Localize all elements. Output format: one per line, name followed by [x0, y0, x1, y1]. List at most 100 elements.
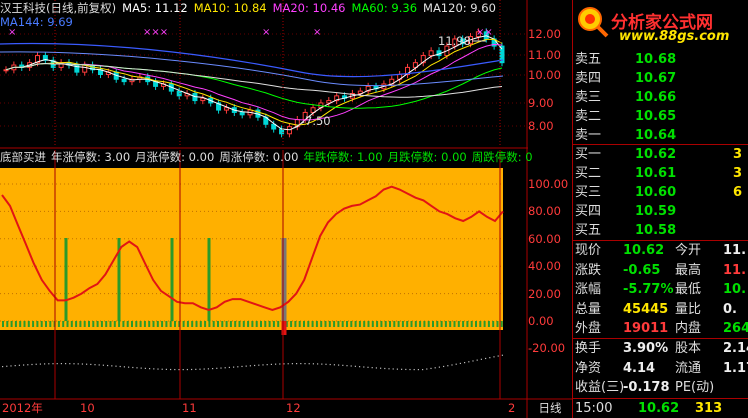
tick-time: 15:00 [575, 401, 613, 416]
indicator-tick-label: 20.00 [528, 287, 561, 301]
indicator-legend-item: 周涨停数: 0.00 [219, 150, 299, 164]
ma-legend-item: MA10: 10.84 [193, 1, 267, 15]
indicator-legend-item: 年跌停数: 1.00 [303, 150, 383, 164]
asks-price: 10.65 [635, 109, 677, 124]
ma144-label: MA144: 9.69 [0, 15, 73, 29]
quote-label: 总量 [575, 301, 602, 317]
svg-text:×: × [313, 27, 321, 38]
lower-dots [2, 354, 503, 371]
quote-label: 外盘 [575, 321, 602, 336]
site-logo: 分析家公式网 www.88gs.com [575, 2, 747, 50]
quote-label: 涨幅 [575, 282, 602, 297]
tick-volume: 313 [695, 401, 723, 416]
high-mark: 11.98 [438, 34, 471, 48]
fund-value: -0.178 [623, 380, 670, 395]
date-tick-label: 12 [286, 401, 301, 415]
bids-label: 买三 [575, 185, 602, 200]
ma-legend: 汉王科技(日线,前复权) MA5: 11.12 MA10: 10.84 MA20: 1… [0, 1, 508, 15]
price-tick-label: 12.00 [528, 27, 561, 41]
quote-value: 45445 [623, 301, 669, 317]
asks-price: 10.64 [635, 128, 677, 143]
quote-label: 现价 [575, 243, 602, 258]
quote-value: 0. [723, 301, 737, 317]
fund-value: 2.14 [723, 341, 748, 356]
indicator-tick-label: -20.00 [528, 341, 566, 355]
signal-bar [281, 238, 287, 321]
magnifier-flower-icon [578, 7, 609, 38]
bids-price: 10.58 [635, 223, 677, 238]
fund-label: 股本 [675, 341, 702, 356]
indicator-tick-label: 40.00 [528, 259, 561, 273]
ma-legend-item: MA60: 9.36 [351, 1, 418, 15]
asks-label: 卖二 [575, 109, 602, 124]
logo-url: www.88gs.com [619, 29, 730, 44]
indicator-tick-label: 80.00 [528, 204, 561, 218]
quote-label: 内盘 [675, 321, 702, 336]
signal-bar [64, 238, 68, 321]
fund-value: 3.90% [623, 341, 669, 356]
indicator-legend: 底部买进 年涨停数: 3.00 月涨停数: 0.00 周涨停数: 0.00 年跌停数: … [0, 150, 538, 164]
indicator-background [0, 168, 503, 330]
bids-price: 10.61 [635, 166, 677, 181]
indicator-tick-label: 100.00 [528, 177, 569, 191]
quote-value: 10. [723, 282, 747, 297]
asks-price: 10.68 [635, 52, 677, 67]
indicator-legend-item: 底部买进 [0, 150, 46, 164]
svg-text:××: ×× [476, 27, 493, 38]
fund-label: 流通 [675, 360, 702, 376]
date-tick-label: 10 [80, 401, 95, 415]
bids-price: 10.60 [635, 185, 677, 200]
fund-value: 1.17 [723, 360, 748, 376]
quote-value: -5.77% [623, 282, 674, 297]
period-label[interactable]: 日线 [528, 401, 572, 415]
bids-label: 买四 [575, 204, 602, 219]
price-tick-label: 9.00 [528, 96, 554, 110]
price-tick-label: 8.00 [528, 119, 554, 133]
stock-title: 汉王科技(日线,前复权) [0, 1, 117, 15]
quote-value: 10.62 [623, 243, 665, 258]
quote-label: 涨跌 [575, 262, 602, 278]
asks-label: 卖一 [575, 128, 602, 143]
indicator-tick-label: 60.00 [528, 232, 561, 246]
asks-price: 10.66 [635, 90, 677, 105]
asks-label: 卖三 [575, 90, 602, 105]
tick-price: 10.62 [638, 401, 680, 416]
bids-volume: 3 [733, 147, 743, 162]
price-tick-label: 10.00 [528, 68, 561, 82]
asks-label: 卖四 [575, 71, 602, 86]
quote-value: -0.65 [623, 262, 661, 278]
fund-value: 4.14 [623, 360, 656, 376]
quote-label: 最低 [675, 282, 702, 297]
bids-label: 买二 [575, 166, 602, 181]
bids-label: 买五 [575, 223, 602, 238]
moving-average-lines [0, 35, 504, 131]
asks-label: 卖五 [575, 52, 602, 67]
ma-legend-item: MA20: 10.46 [272, 1, 346, 15]
date-tick-label: 2012年 [2, 401, 43, 415]
fund-label: PE(动) [675, 380, 715, 395]
svg-text:×: × [262, 27, 270, 38]
fund-label: 收益(三) [575, 380, 625, 395]
indicator-tick-label: 0.00 [528, 314, 554, 328]
asks-price: 10.67 [635, 71, 677, 86]
indicator-legend-item: 月涨停数: 0.00 [135, 150, 215, 164]
quote-value: 11. [723, 262, 747, 278]
indicator-legend-item: 月跌停数: 0.00 [387, 150, 467, 164]
date-tick-label: 2 [508, 401, 516, 415]
quote-label: 今开 [675, 243, 702, 258]
signal-bar [170, 238, 174, 321]
quote-value: 11. [723, 243, 747, 258]
indicator-legend-item: 周跌停数: 0 [471, 150, 533, 164]
bids-volume: 6 [733, 185, 743, 200]
quote-value: 19011 [623, 321, 669, 336]
price-tick-label: 11.00 [528, 48, 561, 62]
date-tick-label: 11 [182, 401, 197, 415]
chart-area[interactable]: 11.98 7.50 × ××× × × ×× [0, 0, 572, 418]
low-mark: 7.50 [305, 114, 331, 128]
svg-text:×××: ××× [143, 27, 168, 38]
quote-value: 264 [723, 321, 748, 336]
quote-label: 最高 [675, 262, 702, 278]
ma-legend-item: MA120: 9.60 [423, 1, 496, 15]
signal-crosses: × ××× × × ×× [8, 27, 493, 38]
bids-price: 10.62 [635, 147, 677, 162]
